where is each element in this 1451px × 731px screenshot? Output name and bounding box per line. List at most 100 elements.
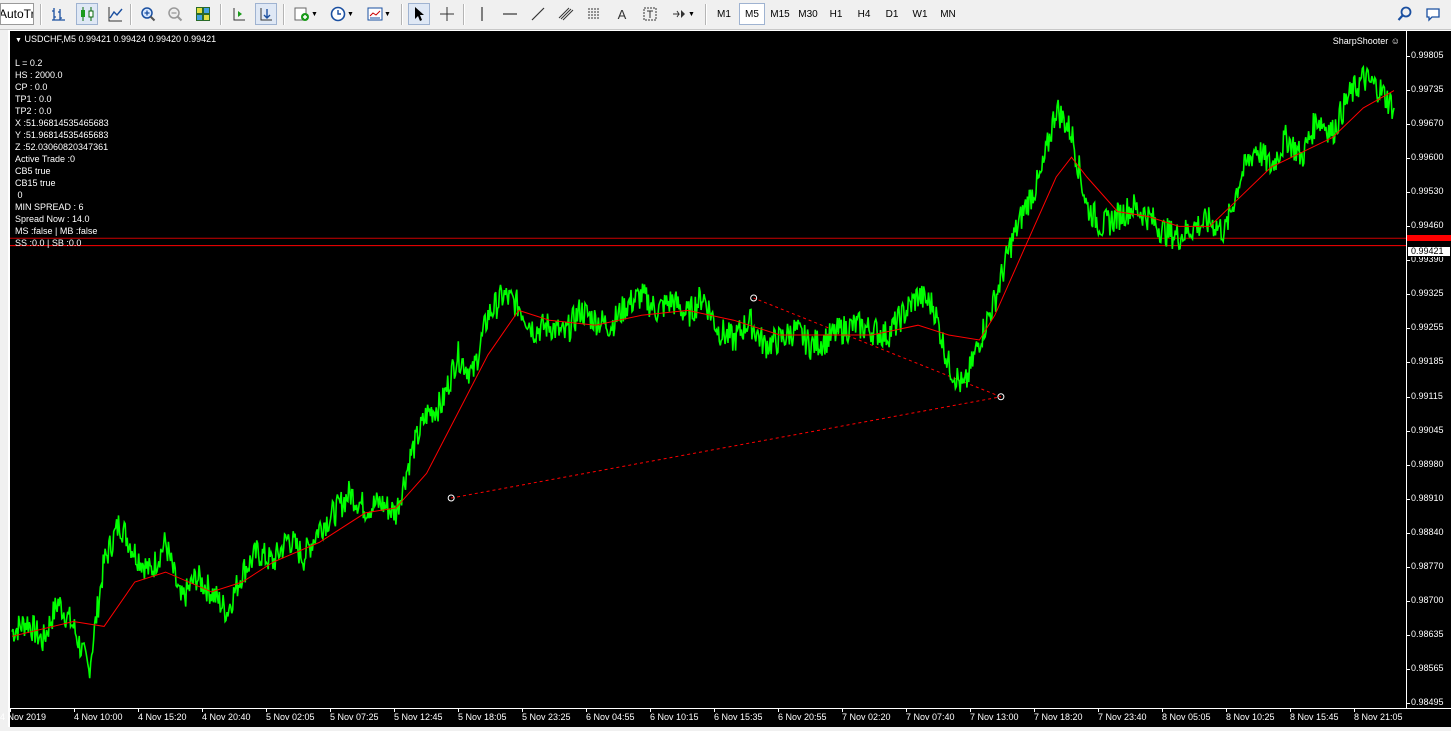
- price-label: 0.98770: [1411, 560, 1444, 571]
- search-button[interactable]: [1394, 3, 1416, 25]
- price-label: 0.99805: [1411, 50, 1444, 60]
- arrows-icon: [673, 10, 686, 18]
- price-label: 0.99185: [1411, 356, 1444, 367]
- time-label: 7 Nov 02:20: [842, 712, 891, 722]
- timeframe-h1[interactable]: H1: [823, 3, 849, 25]
- tile-windows-button[interactable]: [192, 3, 214, 25]
- auto-scroll-button[interactable]: [255, 3, 277, 25]
- time-label: 8 Nov 15:45: [1290, 712, 1339, 722]
- timeframe-m15[interactable]: M15: [767, 3, 793, 25]
- price-tick: [1407, 668, 1410, 670]
- fibonacci-button[interactable]: [583, 3, 605, 25]
- price-label: 0.99115: [1411, 390, 1443, 401]
- ea-info-line: MS :false | MB :false: [15, 226, 98, 236]
- timeframe-m5[interactable]: M5: [739, 3, 765, 25]
- zoom-in-icon: [141, 7, 156, 22]
- timeframe-h4[interactable]: H4: [851, 3, 877, 25]
- price-label: 0.99325: [1411, 288, 1444, 299]
- horizontal-line-button[interactable]: [499, 3, 521, 25]
- text-label-button[interactable]: [639, 3, 661, 25]
- cursor-arrow-icon: [415, 7, 424, 21]
- timeframe-mn[interactable]: MN: [935, 3, 961, 25]
- equidistant-channel-button[interactable]: [555, 3, 577, 25]
- periodicity-button[interactable]: ▼: [327, 3, 357, 25]
- time-label: 8 Nov 21:05: [1354, 712, 1403, 722]
- arrows-button[interactable]: ▼: [668, 3, 698, 25]
- line-chart-icon: [108, 7, 123, 22]
- expert-advisor-label[interactable]: SharpShooter ☺: [1333, 36, 1400, 46]
- template-icon: [367, 7, 383, 21]
- autotrading-label: AutoTrading: [0, 7, 33, 21]
- price-tick: [1407, 532, 1410, 534]
- time-label: 4 Nov 2019: [0, 712, 47, 722]
- templates-button[interactable]: ▼: [364, 3, 394, 25]
- toolbar-separator: [220, 4, 222, 25]
- timeframe-m1[interactable]: M1: [711, 3, 737, 25]
- price-label: 0.99255: [1411, 322, 1444, 333]
- time-label: 6 Nov 10:15: [650, 712, 699, 722]
- line-chart-button[interactable]: [104, 3, 126, 25]
- status-strip: [0, 727, 1451, 731]
- price-axis[interactable]: 0.99805 0.99735 0.99670 0.99600 0.99530 0.994…: [1406, 31, 1451, 708]
- price-label: 0.98495: [1411, 697, 1444, 707]
- time-label: 6 Nov 04:55: [586, 712, 635, 722]
- toolbar-separator: [463, 4, 465, 25]
- price-label: 0.98565: [1411, 662, 1444, 673]
- crosshair-icon: [440, 7, 454, 21]
- price-tick: [1407, 634, 1410, 636]
- timeframe-m30[interactable]: M30: [795, 3, 821, 25]
- ea-info-line: TP1 : 0.0: [15, 94, 52, 104]
- bid-price-label: 0.99421: [1407, 245, 1451, 257]
- chat-bubble-icon: [1426, 8, 1440, 22]
- trendline-button[interactable]: [527, 3, 549, 25]
- price-label: 0.99045: [1411, 424, 1444, 435]
- price-tick: [1407, 90, 1410, 92]
- candlestick-icon: [81, 7, 94, 21]
- price-chart[interactable]: ▼ USDCHF,M5 0.99421 0.99424 0.99420 0.99…: [10, 31, 1406, 708]
- collapse-triangle-icon: ▼: [15, 37, 22, 44]
- candlestick-button[interactable]: [76, 3, 98, 25]
- time-label: 5 Nov 23:25: [522, 712, 571, 722]
- ea-info-line: MIN SPREAD : 6: [15, 202, 84, 212]
- price-tick: [1407, 158, 1410, 160]
- cursor-button[interactable]: [408, 3, 430, 25]
- time-label: 6 Nov 20:55: [778, 712, 827, 722]
- trend-line[interactable]: [451, 396, 1001, 499]
- time-label: 4 Nov 10:00: [74, 712, 123, 722]
- chart-plot: [10, 64, 1406, 679]
- ea-info-line: L = 0.2: [15, 58, 43, 68]
- chart-shift-icon: [233, 8, 245, 21]
- price-tick: [1407, 192, 1410, 194]
- indicators-add-icon: [294, 7, 310, 21]
- autotrading-button[interactable]: AutoTrading: [0, 3, 34, 25]
- search-icon: [1397, 6, 1412, 21]
- chart-shift-button[interactable]: [228, 3, 250, 25]
- price-series: [11, 64, 1395, 679]
- timeframe-w1[interactable]: W1: [907, 3, 933, 25]
- time-label: 7 Nov 18:20: [1034, 712, 1083, 722]
- expert-advisor-name: SharpShooter: [1332, 36, 1389, 46]
- channel-icon: [558, 7, 574, 21]
- ea-info-line: 0: [15, 190, 23, 200]
- text-button[interactable]: A: [611, 3, 633, 25]
- bar-chart-button[interactable]: [48, 3, 70, 25]
- zoom-out-button[interactable]: [164, 3, 186, 25]
- time-label: 5 Nov 02:05: [266, 712, 315, 722]
- vertical-line-button[interactable]: [471, 3, 493, 25]
- price-tick: [1407, 464, 1410, 466]
- price-tick: [1407, 703, 1410, 704]
- dropdown-arrow-icon: ▼: [311, 10, 318, 18]
- crosshair-button[interactable]: [436, 3, 458, 25]
- time-label: 4 Nov 15:20: [138, 712, 187, 722]
- time-label: 8 Nov 10:25: [1226, 712, 1275, 722]
- price-label: 0.99670: [1411, 118, 1444, 129]
- indicators-button[interactable]: ▼: [291, 3, 321, 25]
- price-tick: [1407, 396, 1410, 398]
- timeframe-d1[interactable]: D1: [879, 3, 905, 25]
- chat-button[interactable]: [1422, 3, 1444, 25]
- zoom-in-button[interactable]: [137, 3, 159, 25]
- price-tick: [1407, 56, 1410, 57]
- price-label: 0.99735: [1411, 84, 1444, 95]
- toolbar-separator: [130, 4, 132, 25]
- price-label: 0.99530: [1411, 186, 1444, 197]
